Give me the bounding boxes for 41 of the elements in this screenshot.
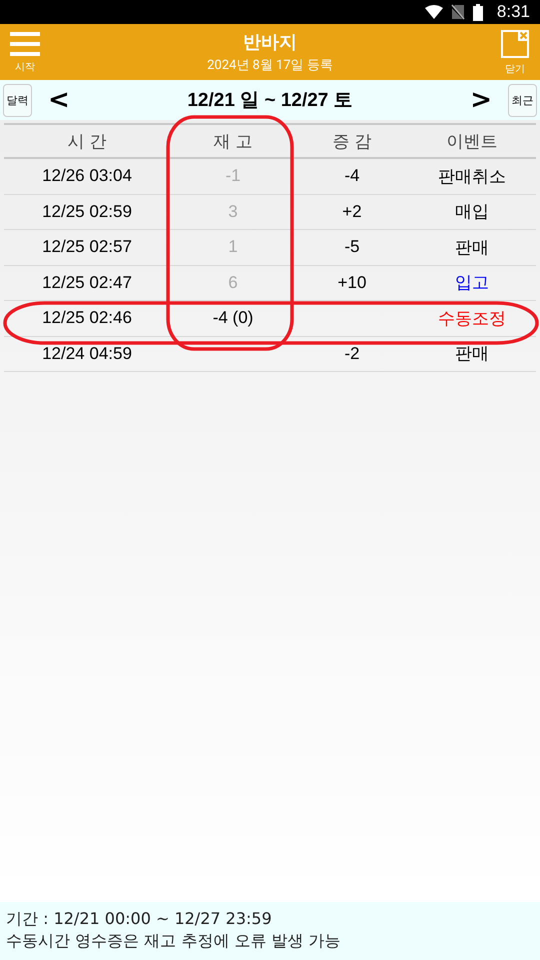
clock: 8:31: [496, 2, 530, 22]
battery-icon: [472, 4, 483, 20]
table-cell-text: +2: [341, 202, 363, 222]
wifi-icon: [424, 5, 443, 19]
table-cell-text: 판매취소: [437, 166, 507, 188]
table-cell-text: 수동조정: [437, 308, 507, 330]
table-cell-text: -2: [343, 344, 361, 364]
table-cell-text: -4 (0): [212, 308, 254, 328]
calendar-button[interactable]: 달력: [3, 84, 32, 116]
period-text: 기간 : 12/21 00:00 ~ 12/27 23:59: [6, 908, 273, 930]
table-cell-text: +10: [336, 272, 368, 293]
date-range: 12/21 일 ~ 12/27 토: [186, 89, 354, 113]
column-header: 이벤트: [446, 130, 498, 152]
table-cell-text: 12/26 03:04: [41, 166, 133, 186]
table-cell-text: 12/25 02:57: [41, 237, 133, 258]
table-cell-text: 판매: [454, 343, 490, 366]
table-cell-text: 12/25 02:46: [41, 308, 133, 328]
recent-button[interactable]: 최근: [508, 84, 537, 116]
table-cell-text: 6: [227, 272, 239, 293]
registration-date: 2024년 8월 17일 등록: [207, 57, 333, 74]
table-cell-text: 매입: [454, 201, 490, 224]
product-title: 반바지: [242, 31, 297, 54]
table-cell-text: 12/25 02:47: [41, 272, 133, 293]
table-cell-text: 3: [227, 202, 239, 222]
table-cell-text: -4: [343, 166, 361, 186]
column-header: 재 고: [212, 130, 254, 152]
table-cell-text: 12/25 02:59: [41, 202, 133, 222]
next-week-button[interactable]: >: [464, 85, 498, 115]
warning-text: 수동시간 영수증은 재고 추정에 오류 발생 가능: [6, 930, 342, 952]
column-header: 시 간: [66, 130, 108, 152]
column-header: 증 감: [331, 130, 373, 152]
table-cell-text: -1: [224, 166, 242, 186]
close-window-icon: [500, 30, 529, 58]
table-cell-text: 1: [227, 237, 239, 258]
table-cell-text: -5: [343, 237, 361, 258]
table-cell-text: 입고: [454, 272, 490, 294]
menu-icon: [10, 32, 40, 56]
no-sim-icon: [450, 4, 465, 20]
table-cell-text: 12/24 04:59: [41, 344, 133, 364]
table-cell-text: 판매: [454, 236, 490, 259]
previous-week-button[interactable]: <: [42, 85, 76, 115]
